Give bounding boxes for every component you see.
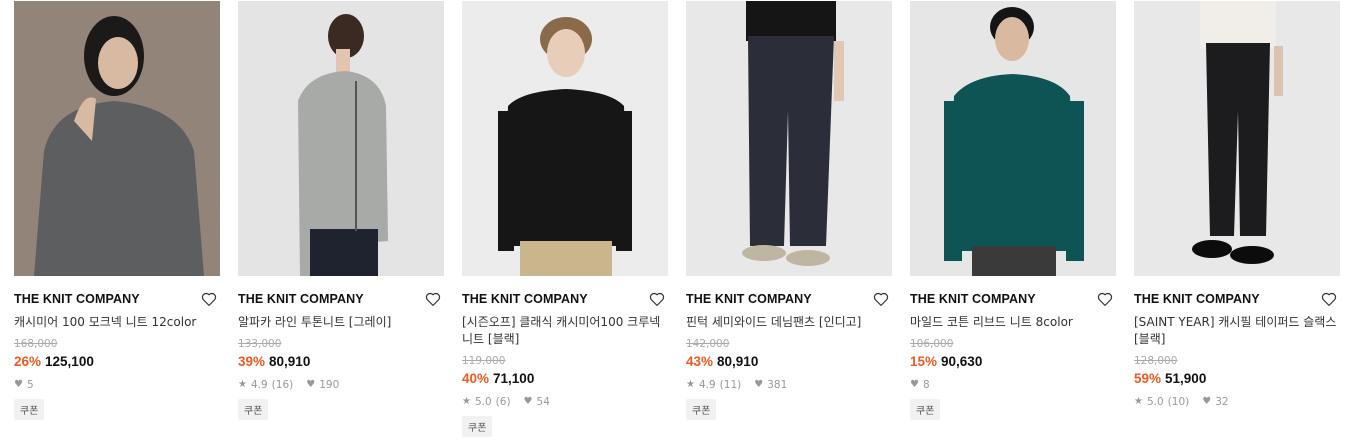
sale-price: 90,630 [941,354,983,369]
star-icon: ★ [238,379,247,390]
review-count: (16) [271,379,294,391]
original-price: 133,000 [238,338,282,350]
star-icon: ★ [1134,396,1143,407]
review-count: (10) [1167,396,1190,408]
brand-name[interactable]: THE KNIT COMPANY [1134,292,1260,306]
product-card[interactable]: THE KNIT COMPANY [SAINT YEAR] 캐시필 테이퍼드 슬… [1134,1,1340,437]
product-image[interactable] [462,1,668,276]
product-stats: ★ 5.0 (10) ♥ 32 [1134,396,1340,408]
like-count: 190 [319,379,340,391]
coupon-badge: 쿠폰 [462,416,493,437]
coupon-badge: 쿠폰 [238,399,269,420]
heart-filled-icon: ♥ [1202,396,1212,407]
heart-outline-icon[interactable] [1096,290,1114,308]
review-count: (11) [719,379,742,391]
original-price: 142,000 [686,338,730,350]
price-row: 39% 80,910 [238,354,444,370]
coupon-badge: 쿠폰 [910,399,941,420]
rating-value: 5.0 [474,396,492,408]
original-price: 106,000 [910,338,954,350]
product-name[interactable]: 알파카 라인 투톤니트 [그레이] [238,314,444,331]
heart-outline-icon[interactable] [200,290,218,308]
coupon-badge: 쿠폰 [14,399,45,420]
product-stats: ★ 4.9 (11) ♥ 381 [686,379,892,391]
heart-outline-icon[interactable] [424,290,442,308]
price-row: 43% 80,910 [686,354,892,370]
brand-name[interactable]: THE KNIT COMPANY [686,292,812,306]
original-price: 168,000 [14,338,58,350]
product-stats: ★ 5.0 (6) ♥ 54 [462,396,668,408]
like-count: 32 [1215,396,1229,408]
rating-value: 4.9 [698,379,716,391]
product-image[interactable] [910,1,1116,276]
heart-filled-icon: ♥ [910,379,919,390]
brand-name[interactable]: THE KNIT COMPANY [462,292,588,306]
like-count: 54 [536,396,550,408]
discount-rate: 59% [1134,371,1162,386]
heart-outline-icon[interactable] [1320,290,1338,308]
sale-price: 80,910 [717,354,759,369]
discount-rate: 43% [686,354,714,369]
price-row: 26% 125,100 [14,354,220,370]
heart-filled-icon: ♥ [754,379,764,390]
brand-name[interactable]: THE KNIT COMPANY [910,292,1036,306]
product-stats: ♥ 8 [910,379,1116,391]
heart-filled-icon: ♥ [523,396,533,407]
sale-price: 51,900 [1165,371,1207,386]
product-card[interactable]: THE KNIT COMPANY 마일드 코튼 리브드 니트 8color 10… [910,1,1116,437]
discount-rate: 15% [910,354,938,369]
rating-value: 5.0 [1146,396,1164,408]
product-name[interactable]: [SAINT YEAR] 캐시필 테이퍼드 슬랙스 [블랙] [1134,314,1340,348]
price-row: 59% 51,900 [1134,371,1340,387]
product-name[interactable]: 마일드 코튼 리브드 니트 8color [910,314,1116,331]
product-name[interactable]: 핀턱 세미와이드 데님팬츠 [인디고] [686,314,892,331]
star-icon: ★ [686,379,695,390]
like-count: 381 [767,379,788,391]
brand-name[interactable]: THE KNIT COMPANY [238,292,364,306]
like-count: 8 [922,379,930,391]
review-count: (6) [495,396,511,408]
original-price: 128,000 [1134,355,1178,367]
discount-rate: 39% [238,354,266,369]
product-stats: ★ 4.9 (16) ♥ 190 [238,379,444,391]
brand-name[interactable]: THE KNIT COMPANY [14,292,140,306]
original-price: 119,000 [462,355,506,367]
product-image[interactable] [14,1,220,276]
product-image[interactable] [1134,1,1340,276]
product-stats: ♥ 5 [14,379,220,391]
rating-value: 4.9 [250,379,268,391]
price-row: 15% 90,630 [910,354,1116,370]
product-image[interactable] [238,1,444,276]
product-card[interactable]: THE KNIT COMPANY [시즌오프] 클래식 캐시미어100 크루넥니… [462,1,668,437]
coupon-badge: 쿠폰 [686,399,717,420]
product-name[interactable]: 캐시미어 100 모크넥 니트 12color [14,314,220,331]
star-icon: ★ [462,396,471,407]
heart-outline-icon[interactable] [872,290,890,308]
product-image[interactable] [686,1,892,276]
product-card[interactable]: THE KNIT COMPANY 알파카 라인 투톤니트 [그레이] 133,0… [238,1,444,437]
discount-rate: 26% [14,354,42,369]
product-name[interactable]: [시즌오프] 클래식 캐시미어100 크루넥니트 [블랙] [462,314,668,348]
product-grid: THE KNIT COMPANY 캐시미어 100 모크넥 니트 12color… [14,1,1340,437]
price-row: 40% 71,100 [462,371,668,387]
heart-filled-icon: ♥ [14,379,23,390]
sale-price: 125,100 [45,354,94,369]
heart-outline-icon[interactable] [648,290,666,308]
product-card[interactable]: THE KNIT COMPANY 핀턱 세미와이드 데님팬츠 [인디고] 142… [686,1,892,437]
sale-price: 80,910 [269,354,311,369]
sale-price: 71,100 [493,371,535,386]
heart-filled-icon: ♥ [306,379,316,390]
product-card[interactable]: THE KNIT COMPANY 캐시미어 100 모크넥 니트 12color… [14,1,220,437]
like-count: 5 [26,379,34,391]
discount-rate: 40% [462,371,490,386]
